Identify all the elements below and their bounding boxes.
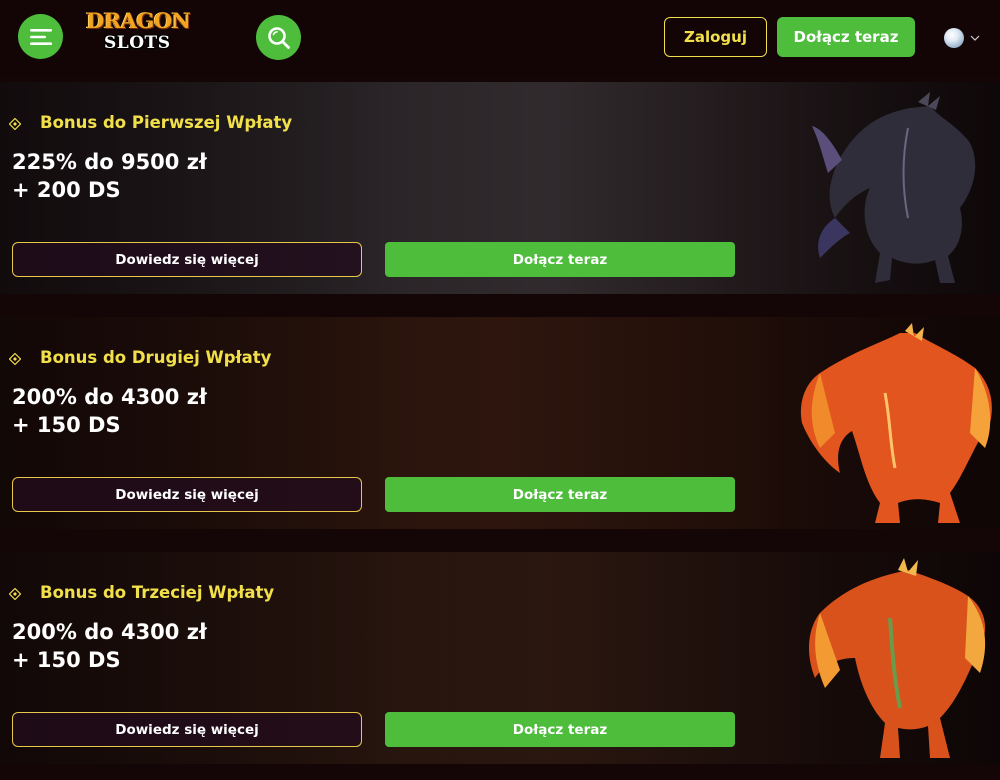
site-header: DRAGON SLOTS Zaloguj Dołącz teraz [0, 0, 1000, 78]
dark-dragon-image [812, 92, 976, 283]
diamond-bullet-icon [9, 353, 21, 365]
bonus-card-first-deposit: Bonus do Pierwszej Wpłaty 225% do 9500 z… [0, 82, 1000, 294]
bonus-title: Bonus do Drugiej Wpłaty [40, 348, 272, 367]
search-button[interactable] [256, 15, 301, 60]
language-selector[interactable] [944, 27, 988, 49]
chevron-down-icon [970, 35, 980, 41]
logo-text-slots: SLOTS [104, 33, 171, 53]
logo-text-dragon: DRAGON [86, 8, 191, 33]
red-dragon-image [800, 323, 992, 523]
bonus-card-second-deposit: Bonus do Drugiej Wpłaty 200% do 4300 zł … [0, 317, 1000, 529]
learn-more-button[interactable]: Dowiedz się więcej [12, 242, 362, 277]
bonus-amount-line1: 200% do 4300 zł [12, 385, 207, 409]
site-logo[interactable]: DRAGON SLOTS [84, 8, 194, 56]
diamond-bullet-icon [9, 118, 21, 130]
orange-dragon-image [808, 558, 986, 758]
bonus-title: Bonus do Pierwszej Wpłaty [40, 113, 293, 132]
bonus-amount-line2: + 200 DS [12, 178, 121, 202]
bonus-amount-line1: 225% do 9500 zł [12, 150, 207, 174]
learn-more-button[interactable]: Dowiedz się więcej [12, 477, 362, 512]
join-now-button[interactable]: Dołącz teraz [385, 242, 735, 277]
hamburger-menu-icon [29, 28, 52, 45]
join-now-button[interactable]: Dołącz teraz [385, 477, 735, 512]
search-icon [267, 26, 290, 49]
bonus-amount-line1: 200% do 4300 zł [12, 620, 207, 644]
bonus-amount-line2: + 150 DS [12, 413, 121, 437]
join-now-header-button[interactable]: Dołącz teraz [777, 17, 915, 57]
globe-icon [944, 28, 964, 48]
learn-more-button[interactable]: Dowiedz się więcej [12, 712, 362, 747]
join-now-button[interactable]: Dołącz teraz [385, 712, 735, 747]
diamond-bullet-icon [9, 588, 21, 600]
bonus-title: Bonus do Trzeciej Wpłaty [40, 583, 275, 602]
menu-button[interactable] [18, 14, 63, 59]
bonus-amount-line2: + 150 DS [12, 648, 121, 672]
bonus-card-third-deposit: Bonus do Trzeciej Wpłaty 200% do 4300 zł… [0, 552, 1000, 764]
login-button[interactable]: Zaloguj [664, 17, 767, 57]
